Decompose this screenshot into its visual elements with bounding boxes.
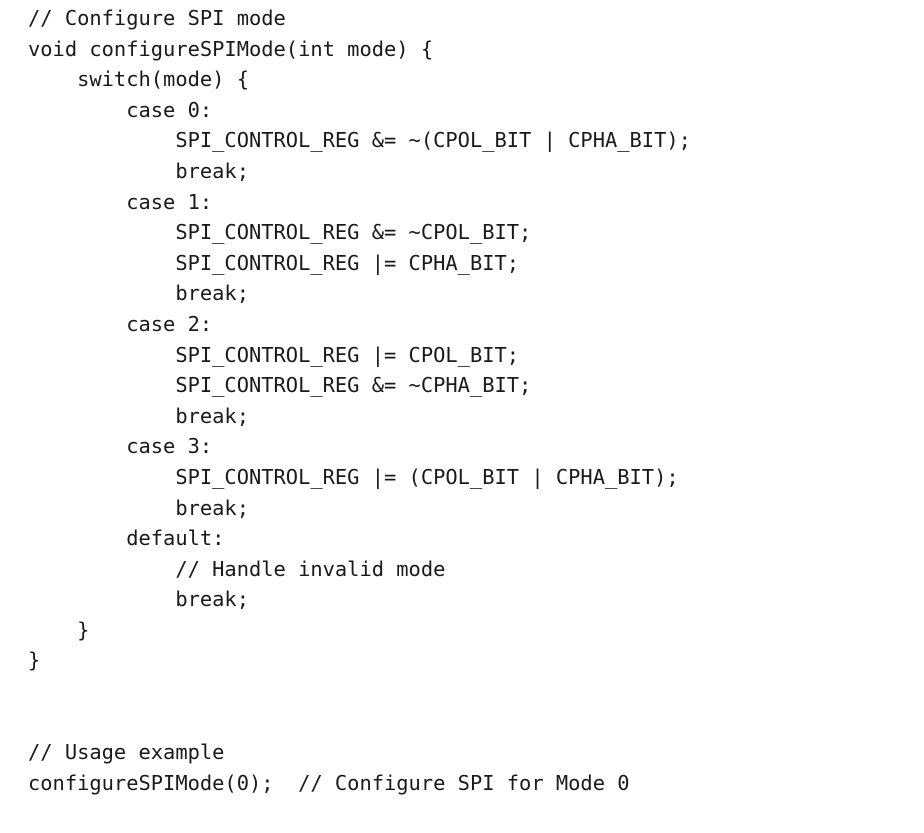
code-line-19: // Handle invalid mode <box>28 556 446 581</box>
code-line-17: break; <box>28 495 249 520</box>
code-line-6: break; <box>28 158 249 183</box>
code-line-16: SPI_CONTROL_REG |= (CPOL_BIT | CPHA_BIT)… <box>28 464 679 489</box>
code-line-2: void configureSPIMode(int mode) { <box>28 36 434 61</box>
code-line-15: case 3: <box>28 434 213 459</box>
code-line-21: } <box>28 617 90 642</box>
code-line-3: switch(mode) { <box>28 67 249 92</box>
code-line-14: break; <box>28 403 249 428</box>
code-line-18: default: <box>28 526 225 551</box>
code-line-1: // Configure SPI mode <box>28 6 286 30</box>
code-line-20: break; <box>28 587 249 612</box>
code-line-13: SPI_CONTROL_REG &= ~CPHA_BIT; <box>28 373 532 398</box>
code-line-4: case 0: <box>28 97 213 122</box>
code-line-5: SPI_CONTROL_REG &= ~(CPOL_BIT | CPHA_BIT… <box>28 128 691 153</box>
code-line-22: } <box>28 648 41 673</box>
code-block: // Configure SPI mode void configureSPIM… <box>0 0 924 833</box>
code-line-25: // Usage example <box>28 740 225 765</box>
code-line-12: SPI_CONTROL_REG |= CPOL_BIT; <box>28 342 520 367</box>
code-line-11: case 2: <box>28 311 213 336</box>
code-line-26: configureSPIMode(0); // Configure SPI fo… <box>28 770 630 795</box>
code-line-8: SPI_CONTROL_REG &= ~CPOL_BIT; <box>28 220 532 245</box>
code-line-9: SPI_CONTROL_REG |= CPHA_BIT; <box>28 250 520 275</box>
code-line-7: case 1: <box>28 189 213 214</box>
code-line-10: break; <box>28 281 249 306</box>
